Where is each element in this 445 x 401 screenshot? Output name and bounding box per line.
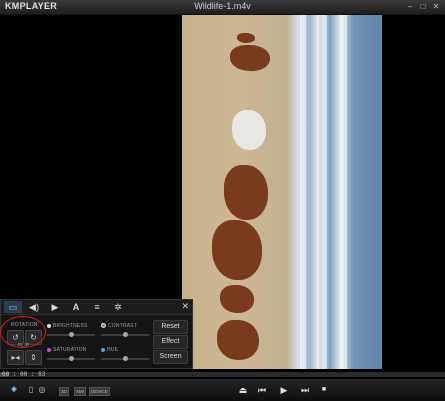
hue-label-text: HUE — [107, 347, 119, 353]
eject-icon[interactable]: ⏏ — [236, 384, 250, 396]
contrast-label: CONTRAST — [101, 323, 137, 329]
settings-circle-icon[interactable]: ◎ — [37, 385, 47, 395]
contrast-knob[interactable] — [122, 332, 128, 337]
screen-button[interactable]: Screen — [153, 350, 188, 364]
play-icon[interactable]: ▶ — [46, 301, 64, 313]
control-panel: ▭ ◀) ▶ A ≡ ✲ ✕ ROTATION ↺ ↻ FLIP ▸◂ ⇕ BR… — [0, 299, 193, 369]
play-icon[interactable]: ▶ — [277, 384, 291, 396]
close-icon[interactable]: ✕ — [431, 2, 441, 11]
brightness-label-text: BRIGHTNESS — [53, 323, 88, 329]
hue-label: HUE — [101, 347, 118, 353]
panel-close-icon[interactable]: ✕ — [181, 301, 189, 312]
effect-button[interactable]: Effect — [153, 335, 188, 349]
device-badge[interactable]: DEVICE — [89, 387, 110, 396]
wave-crest — [340, 15, 347, 369]
time-display: 00 : 00 : 03 — [2, 371, 46, 378]
horse-shape — [220, 285, 254, 313]
contrast-slider[interactable] — [101, 332, 149, 337]
minimize-icon[interactable]: – — [405, 2, 415, 11]
flip-vertical-button[interactable]: ⇕ — [25, 350, 42, 365]
flip-label: FLIP — [18, 343, 30, 349]
reset-button[interactable]: Reset — [153, 320, 188, 334]
subtitle-icon[interactable]: A — [67, 301, 85, 313]
video-frame[interactable] — [182, 15, 382, 369]
screen-icon[interactable]: ▭ — [4, 301, 22, 313]
wave-crest — [322, 15, 327, 369]
horse-shape — [224, 165, 268, 220]
window-controls: – □ ✕ — [405, 2, 441, 11]
horse-shape — [217, 320, 259, 360]
hue-icon — [101, 347, 105, 352]
flip-horizontal-button[interactable]: ▸◂ — [7, 350, 24, 365]
horse-shape — [237, 33, 255, 43]
speaker-icon[interactable]: ◀) — [25, 301, 43, 313]
folder-icon[interactable]: ▯ — [27, 385, 35, 395]
panel-tabs: ▭ ◀) ▶ A ≡ ✲ ✕ — [1, 300, 192, 315]
menu-logo-icon[interactable]: ◈ — [8, 385, 20, 395]
bottom-bar: ◈ ▯ ◎ 3D SMI DEVICE ⏏ ⏮ ▶ ⏭ ■ — [0, 379, 445, 401]
playlist-icon[interactable]: ≡ — [88, 301, 106, 313]
saturation-label: SATURATION — [47, 347, 86, 353]
brightness-knob[interactable] — [68, 332, 74, 337]
smi-badge[interactable]: SMI — [74, 387, 87, 396]
stop-icon[interactable]: ■ — [317, 384, 331, 396]
gear-icon[interactable]: ✲ — [109, 301, 127, 313]
title-bar[interactable]: KMPLAYER Wildlife-1.m4v – □ ✕ — [0, 0, 445, 15]
contrast-icon — [101, 323, 106, 329]
wave-crest — [300, 15, 306, 369]
saturation-icon — [47, 347, 51, 352]
hue-knob[interactable] — [122, 356, 128, 361]
horse-shape — [230, 45, 270, 71]
window-title: Wildlife-1.m4v — [194, 1, 251, 11]
brightness-label: BRIGHTNESS — [47, 323, 88, 329]
rotation-label: ROTATION — [11, 322, 38, 328]
horse-shape — [212, 220, 262, 280]
horse-shape — [232, 110, 266, 150]
brightness-slider[interactable] — [47, 332, 95, 337]
previous-icon[interactable]: ⏮ — [255, 384, 269, 396]
next-icon[interactable]: ⏭ — [298, 384, 312, 396]
saturation-label-text: SATURATION — [53, 347, 87, 353]
saturation-knob[interactable] — [68, 356, 74, 361]
saturation-slider[interactable] — [47, 356, 95, 361]
3d-badge[interactable]: 3D — [59, 387, 69, 396]
seek-bar[interactable] — [0, 372, 445, 377]
brightness-icon — [47, 323, 51, 328]
maximize-icon[interactable]: □ — [418, 2, 428, 11]
contrast-label-text: CONTRAST — [108, 323, 138, 329]
hue-slider[interactable] — [101, 356, 149, 361]
